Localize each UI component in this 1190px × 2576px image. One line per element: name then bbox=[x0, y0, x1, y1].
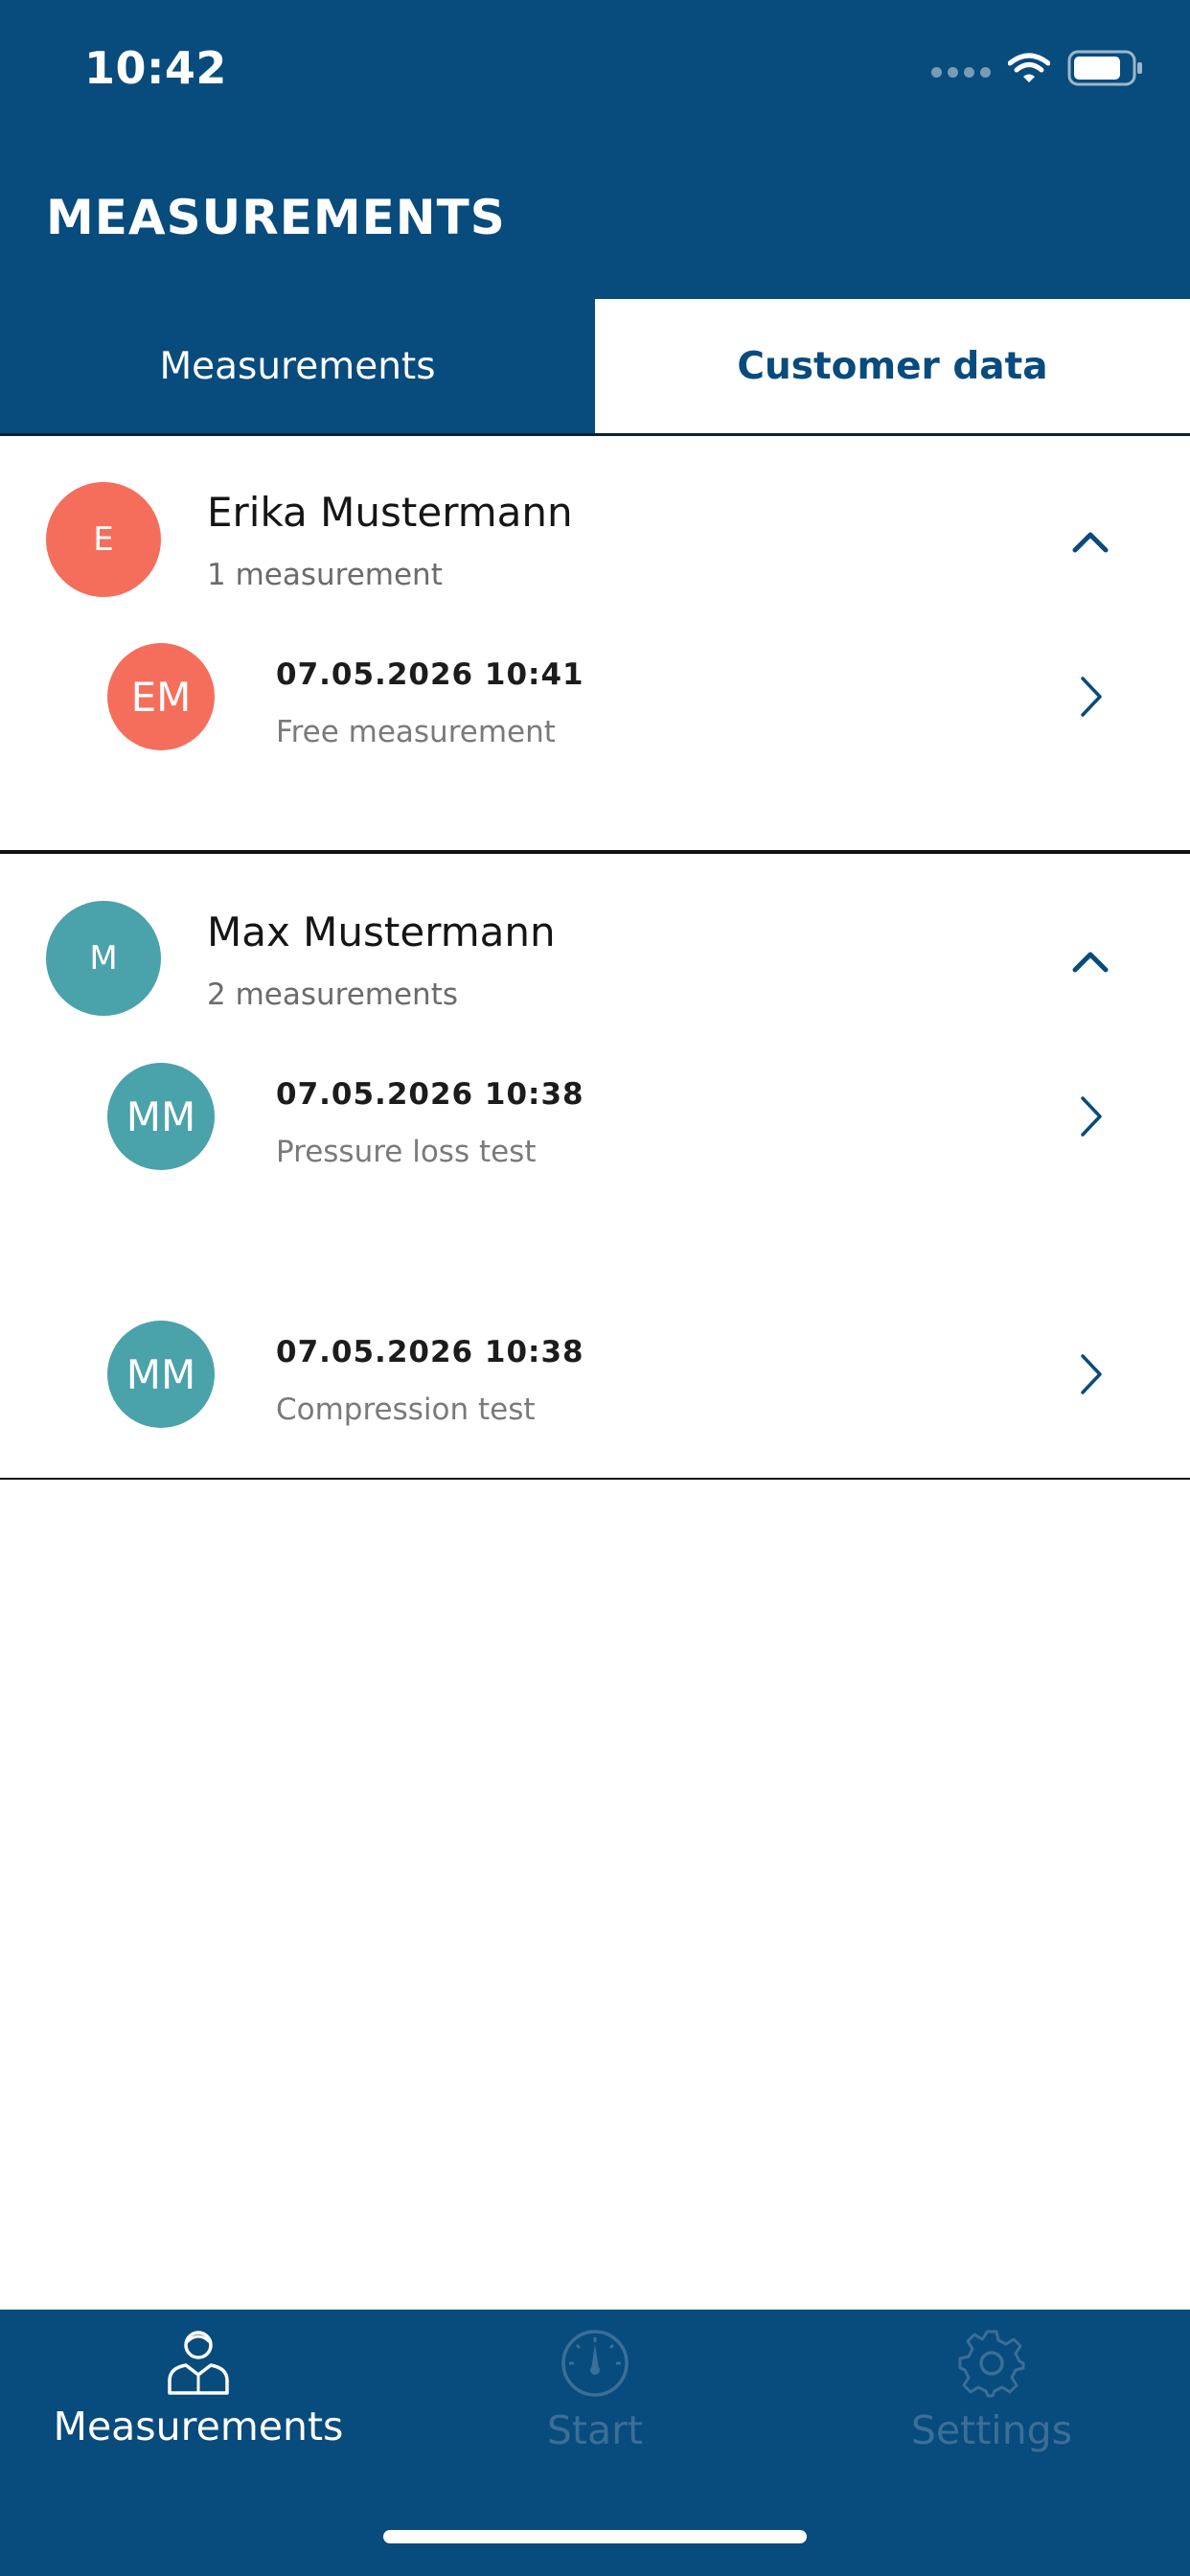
customer-name: Max Mustermann bbox=[207, 908, 556, 955]
measurement-row-wrapper: MM 07.05.2026 10:38 Compression test bbox=[0, 1269, 1190, 1476]
tab-bar: Measurements Customer data bbox=[0, 299, 1190, 436]
measurement-date: 07.05.2026 10:38 bbox=[276, 1335, 584, 1369]
chevron-up-icon[interactable] bbox=[1071, 530, 1110, 553]
list-end-divider bbox=[0, 1478, 1190, 1480]
measurement-type: Pressure loss test bbox=[276, 1135, 537, 1169]
customer-avatar: M bbox=[46, 901, 161, 1016]
nav-label: Start bbox=[546, 2407, 644, 2453]
nav-start[interactable]: Start bbox=[397, 2327, 793, 2453]
measurement-count: 2 measurements bbox=[207, 978, 459, 1012]
customer-header[interactable]: E Erika Mustermann 1 measurement bbox=[0, 436, 1190, 643]
measurement-row[interactable]: MM 07.05.2026 10:38 Compression test bbox=[0, 1269, 1190, 1476]
app-header: 10:42 MEASUREMENTS bbox=[0, 0, 1190, 299]
tab-measurements[interactable]: Measurements bbox=[0, 299, 595, 433]
customer-name: Erika Mustermann bbox=[207, 489, 573, 536]
measurement-avatar: MM bbox=[107, 1063, 215, 1170]
home-indicator[interactable] bbox=[383, 2530, 807, 2543]
customer-group-max: M Max Mustermann 2 measurements MM 07.05… bbox=[0, 856, 1190, 1270]
gear-icon bbox=[958, 2330, 1025, 2398]
customer-header[interactable]: M Max Mustermann 2 measurements bbox=[0, 856, 1190, 1063]
nav-settings[interactable]: Settings bbox=[793, 2327, 1190, 2453]
nav-label: Settings bbox=[910, 2407, 1073, 2453]
group-divider bbox=[0, 850, 1190, 854]
measurement-date: 07.05.2026 10:41 bbox=[276, 657, 584, 692]
chevron-right-icon[interactable] bbox=[1079, 1095, 1104, 1138]
customer-group-erika: E Erika Mustermann 1 measurement EM 07.0… bbox=[0, 436, 1190, 850]
measurement-row[interactable]: MM 07.05.2026 10:38 Pressure loss test bbox=[0, 1063, 1190, 1270]
measurement-avatar: MM bbox=[107, 1321, 215, 1428]
page-title: MEASUREMENTS bbox=[46, 190, 506, 245]
status-icons bbox=[931, 50, 1144, 86]
status-time: 10:42 bbox=[84, 42, 227, 94]
tab-customer-data[interactable]: Customer data bbox=[595, 299, 1190, 433]
nav-label: Measurements bbox=[53, 2404, 344, 2450]
measurement-date: 07.05.2026 10:38 bbox=[276, 1077, 584, 1112]
measurement-count: 1 measurement bbox=[207, 558, 443, 592]
measurement-row[interactable]: EM 07.05.2026 10:41 Free measurement bbox=[0, 643, 1190, 850]
chevron-right-icon[interactable] bbox=[1079, 676, 1104, 718]
measurement-type: Compression test bbox=[276, 1392, 536, 1427]
measurement-type: Free measurement bbox=[276, 715, 556, 749]
chevron-up-icon[interactable] bbox=[1071, 950, 1110, 973]
customer-avatar: E bbox=[46, 482, 161, 597]
cellular-signal-icon bbox=[931, 66, 991, 78]
person-icon bbox=[168, 2331, 229, 2395]
battery-icon bbox=[1067, 50, 1142, 86]
wifi-icon bbox=[1008, 53, 1050, 82]
chevron-right-icon[interactable] bbox=[1079, 1353, 1104, 1395]
nav-measurements[interactable]: Measurements bbox=[0, 2327, 397, 2450]
gauge-icon bbox=[561, 2330, 629, 2397]
measurement-avatar: EM bbox=[107, 643, 215, 750]
